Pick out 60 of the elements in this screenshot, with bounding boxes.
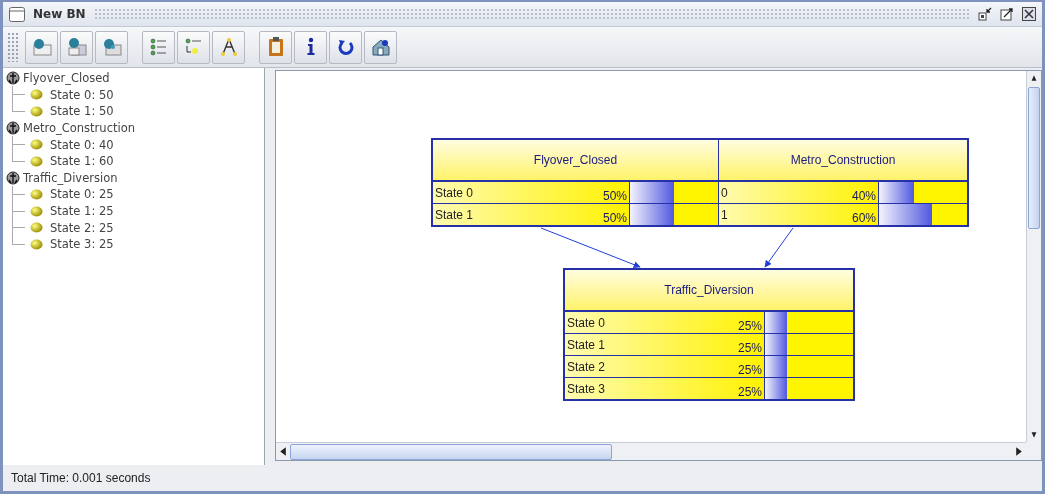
node-title: Flyover_Closed [433,140,718,182]
tree-item[interactable]: State 1: 60 [50,154,114,169]
ball-icon [30,155,43,167]
tree-item[interactable]: Traffic_Diversion [23,170,118,185]
tree-item[interactable]: State 2: 25 [50,220,114,235]
toolbar-button[interactable] [212,30,245,64]
state-label: State 1 [435,207,474,222]
node-icon [30,36,53,58]
node-icon [6,170,20,185]
window-title: New BN [33,7,86,21]
state-label: State 0 [567,315,606,330]
ball-icon [30,188,43,200]
node-icon [65,36,88,58]
state-label: State 0 [435,185,474,200]
arrow [764,227,794,268]
node-title: Metro_Construction [719,140,967,182]
horizontal-scrollbar[interactable] [276,442,1026,460]
ball-icon [30,89,43,101]
ball-icon [30,106,43,117]
window-icon [9,6,25,22]
maximize-icon[interactable] [1000,7,1014,21]
state-label: State 1 [567,337,606,352]
tree-item[interactable]: State 0: 25 [50,187,114,202]
state-label: 0 [721,185,728,200]
state-percent: 25% [737,341,762,355]
ball-icon [30,238,43,250]
tree-item[interactable]: State 3: 25 [50,237,114,252]
status-text: Total Time: 0.001 seconds [11,471,151,485]
tree-item[interactable]: Metro_Construction [23,121,135,136]
tree-item[interactable]: State 1: 25 [50,204,114,219]
state-percent: 25% [737,319,762,333]
vertical-scrollbar[interactable] [1026,71,1041,442]
node-box[interactable]: Traffic_Diversion State 0 25% State 1 25% State 2 25% State 3 25% [563,268,855,401]
ball-icon [30,139,43,151]
state-label: 1 [721,207,728,222]
toolbar-button[interactable] [294,30,327,64]
state-percent: 25% [737,363,762,377]
toolbar-button[interactable] [329,30,362,64]
node-icon [6,121,20,136]
state-label: State 2 [567,359,606,374]
state-percent: 60% [851,211,876,225]
ball-icon [30,205,43,217]
tree-item[interactable]: State 1: 50 [50,104,114,119]
state-percent: 50% [602,211,627,225]
node-box[interactable]: Flyover_Closed State 0 50% State 1 50% Metro_Construction 0 40% 1 60% [431,138,969,227]
toolbar-button[interactable] [259,30,292,64]
tree-item[interactable]: State 0: 50 [50,87,114,102]
minimize-icon[interactable] [978,7,992,21]
node-icon [6,71,20,86]
state-percent: 50% [602,189,627,203]
tree-item[interactable]: Flyover_Closed [23,71,110,86]
state-percent: 25% [737,385,762,399]
toolbar-grip[interactable] [7,32,19,62]
state-percent: 40% [851,189,876,203]
tree-item[interactable]: State 0: 40 [50,137,114,152]
ball-icon [30,222,43,234]
toolbar-button[interactable] [364,30,397,64]
state-label: State 3 [567,381,606,396]
close-icon[interactable] [1022,7,1036,21]
node-title: Traffic_Diversion [565,270,853,312]
